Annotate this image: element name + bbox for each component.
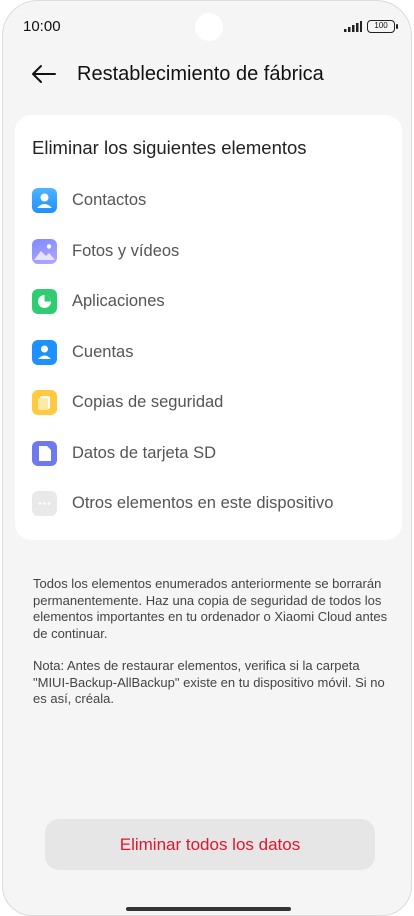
phone-screen: 10:00 100 Restablecimiento de fábrica El… — [2, 0, 412, 916]
apps-icon — [32, 289, 57, 314]
home-indicator[interactable] — [126, 907, 291, 911]
page-title: Restablecimiento de fábrica — [77, 63, 324, 85]
items-card: Eliminar los siguientes elementos Contac… — [15, 115, 402, 540]
list-item-photos: Fotos y vídeos — [15, 231, 402, 273]
item-label: Cuentas — [72, 343, 134, 361]
list-item-contacts: Contactos — [15, 180, 402, 222]
item-label: Aplicaciones — [72, 292, 165, 310]
erase-all-button[interactable]: Eliminar todos los datos — [45, 819, 375, 870]
contacts-icon — [32, 188, 57, 213]
item-label: Copias de seguridad — [72, 393, 224, 411]
header: Restablecimiento de fábrica — [3, 53, 411, 97]
status-time: 10:00 — [23, 18, 61, 35]
battery-icon: 100 — [367, 20, 398, 33]
list-item-other: Otros elementos en este dispositivo — [15, 483, 402, 525]
status-bar: 10:00 100 — [3, 1, 411, 53]
backup-icon — [32, 390, 57, 415]
signal-icon — [344, 21, 362, 32]
list-item-backup: Copias de seguridad — [15, 382, 402, 424]
list-item-apps: Aplicaciones — [15, 281, 402, 323]
item-label: Datos de tarjeta SD — [72, 444, 216, 462]
front-camera — [195, 13, 223, 41]
photos-icon — [32, 239, 57, 264]
item-label: Fotos y vídeos — [72, 242, 180, 260]
note-text: Nota: Antes de restaurar elementos, veri… — [33, 658, 385, 706]
item-label: Contactos — [72, 191, 147, 209]
card-title: Eliminar los siguientes elementos — [32, 137, 307, 158]
sd-card-icon — [32, 441, 57, 466]
list-item-accounts: Cuentas — [15, 332, 402, 374]
arrow-left-icon — [32, 65, 56, 83]
back-button[interactable] — [29, 61, 59, 87]
warning-text: Todos los elementos enumerados anteriorm… — [33, 576, 388, 641]
accounts-icon — [32, 340, 57, 365]
more-icon — [32, 491, 57, 516]
list-item-sd-card: Datos de tarjeta SD — [15, 433, 402, 475]
item-label: Otros elementos en este dispositivo — [72, 494, 334, 512]
